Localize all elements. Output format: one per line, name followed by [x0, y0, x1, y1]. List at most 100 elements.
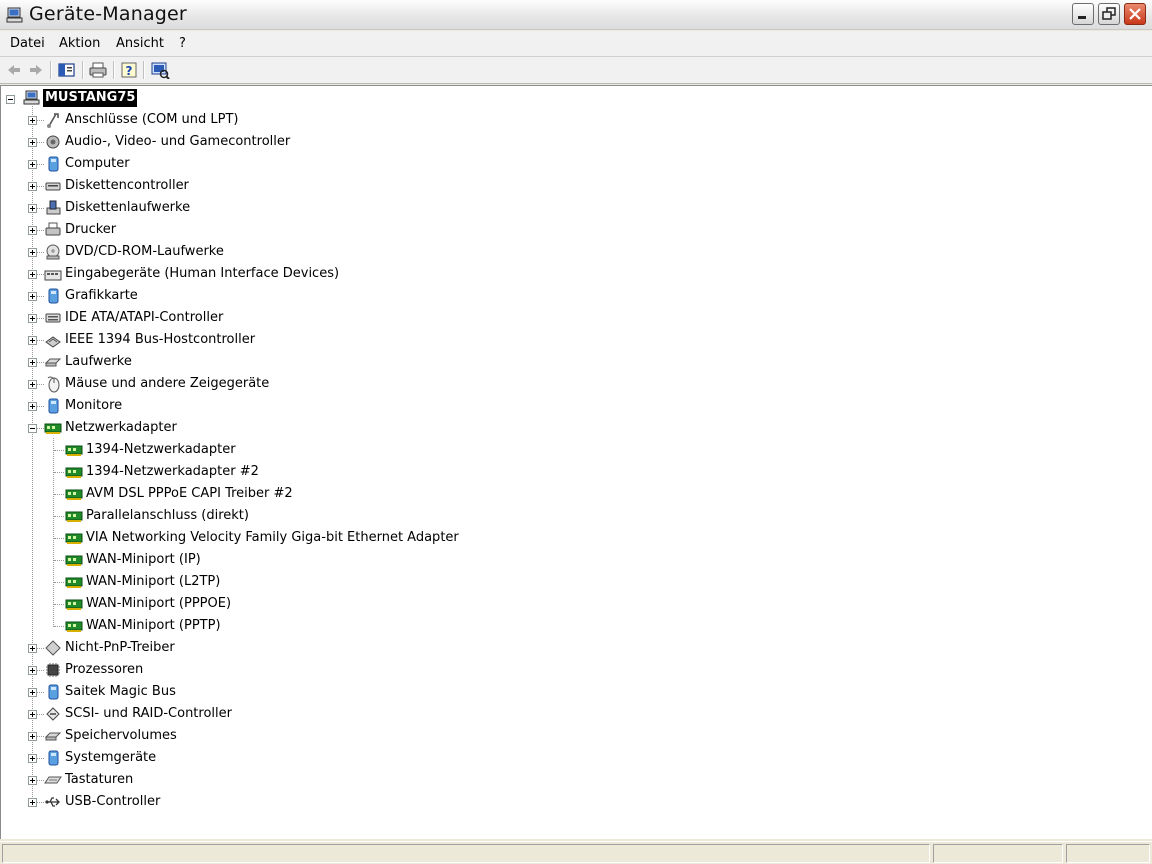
tree-category-label[interactable]: Monitore [65, 397, 122, 415]
tree-category-label[interactable]: Nicht-PnP-Treiber [65, 639, 175, 657]
expand-toggle[interactable] [28, 732, 37, 741]
tree-category-label[interactable]: Mäuse und andere Zeigegeräte [65, 375, 269, 393]
tree-category-label[interactable]: Tastaturen [65, 771, 133, 789]
menu-bar: Datei Aktion Ansicht ? [0, 31, 1152, 57]
print-icon[interactable] [88, 61, 108, 79]
tree-category-label[interactable]: USB-Controller [65, 793, 160, 811]
tree-device-label[interactable]: Parallelanschluss (direkt) [86, 507, 249, 525]
status-pane-main [2, 844, 930, 863]
network-adapter-icon [65, 489, 83, 500]
tree-category-label[interactable]: Drucker [65, 221, 116, 239]
expand-toggle[interactable] [28, 644, 37, 653]
title-bar[interactable]: Geräte-Manager [0, 0, 1152, 30]
properties-icon[interactable] [57, 61, 77, 79]
restore-button[interactable] [1098, 3, 1120, 25]
network-adapter-icon [65, 621, 83, 632]
monitor-icon [48, 398, 59, 414]
tree-category-label[interactable]: Laufwerke [65, 353, 132, 371]
expand-toggle[interactable] [28, 248, 37, 257]
tree-category-label[interactable]: Anschlüsse (COM und LPT) [65, 111, 239, 129]
network-adapter-icon [65, 533, 83, 544]
tree-category-label[interactable]: Computer [65, 155, 130, 173]
tree-line [54, 494, 64, 495]
tree-category-label[interactable]: Diskettenlaufwerke [65, 199, 190, 217]
expand-toggle[interactable] [28, 204, 37, 213]
close-button[interactable] [1124, 3, 1146, 25]
expand-toggle[interactable] [28, 138, 37, 147]
hid-icon [44, 270, 62, 281]
tree-category-label[interactable]: SCSI- und RAID-Controller [65, 705, 232, 723]
expand-toggle[interactable] [28, 688, 37, 697]
help-icon[interactable]: ? [119, 61, 139, 79]
tree-device-label[interactable]: WAN-Miniport (PPTP) [86, 617, 221, 635]
toolbar-separator [50, 61, 52, 79]
menu-ansicht[interactable]: Ansicht [116, 36, 164, 51]
minimize-icon [1078, 16, 1086, 19]
toolbar-separator [82, 61, 84, 79]
tree-line [54, 604, 64, 605]
status-pane [1066, 844, 1150, 863]
usb-icon [45, 797, 60, 807]
tree-device-label[interactable]: AVM DSL PPPoE CAPI Treiber #2 [86, 485, 293, 503]
root-node-label[interactable]: MUSTANG75 [43, 89, 138, 107]
network-adapter-icon [44, 423, 62, 434]
menu-help[interactable]: ? [179, 36, 186, 51]
back-icon[interactable] [4, 61, 24, 79]
expand-toggle[interactable] [28, 754, 37, 763]
expand-toggle[interactable] [28, 336, 37, 345]
tree-category-label[interactable]: Systemgeräte [65, 749, 156, 767]
minimize-button[interactable] [1072, 3, 1094, 25]
tree-category-label[interactable]: Netzwerkadapter [65, 419, 177, 437]
expand-toggle[interactable] [28, 116, 37, 125]
cdrom-icon [46, 244, 60, 260]
expand-toggle[interactable] [28, 226, 37, 235]
tree-category-label[interactable]: DVD/CD-ROM-Laufwerke [65, 243, 224, 261]
tree-category-label[interactable]: IDE ATA/ATAPI-Controller [65, 309, 223, 327]
collapse-toggle[interactable] [28, 424, 37, 433]
expand-toggle[interactable] [28, 160, 37, 169]
tree-category-label[interactable]: Grafikkarte [65, 287, 138, 305]
expand-toggle[interactable] [28, 666, 37, 675]
tree-device-label[interactable]: WAN-Miniport (PPPOE) [86, 595, 231, 613]
expand-toggle[interactable] [28, 710, 37, 719]
tree-category-label[interactable]: IEEE 1394 Bus-Hostcontroller [65, 331, 255, 349]
expand-toggle[interactable] [28, 358, 37, 367]
status-bar [0, 841, 1152, 864]
menu-datei[interactable]: Datei [10, 36, 45, 51]
expand-toggle[interactable] [28, 182, 37, 191]
expand-toggle[interactable] [28, 292, 37, 301]
tree-line [54, 516, 64, 517]
expand-toggle[interactable] [28, 314, 37, 323]
tree-device-label[interactable]: 1394-Netzwerkadapter [86, 441, 236, 459]
expand-toggle[interactable] [28, 380, 37, 389]
tree-line [54, 450, 64, 451]
network-adapter-icon [65, 555, 83, 566]
tree-category-label[interactable]: Eingabegeräte (Human Interface Devices) [65, 265, 339, 283]
tree-device-label[interactable]: 1394-Netzwerkadapter #2 [86, 463, 259, 481]
expand-toggle[interactable] [28, 798, 37, 807]
scsi-icon [46, 707, 60, 721]
tree-category-label[interactable]: Diskettencontroller [65, 177, 189, 195]
tree-device-label[interactable]: VIA Networking Velocity Family Giga-bit … [86, 529, 459, 547]
expand-toggle[interactable] [28, 776, 37, 785]
scan-hardware-icon[interactable] [150, 61, 170, 79]
collapse-toggle[interactable] [6, 95, 15, 104]
tree-device-label[interactable]: WAN-Miniport (L2TP) [86, 573, 220, 591]
restore-icon [1102, 7, 1116, 20]
tree-category-label[interactable]: Prozessoren [65, 661, 143, 679]
forward-icon[interactable] [26, 61, 46, 79]
audio-icon [46, 135, 60, 149]
network-adapter-icon [65, 467, 83, 478]
expand-toggle[interactable] [28, 270, 37, 279]
menu-aktion[interactable]: Aktion [59, 36, 100, 51]
keyboard-icon [44, 776, 62, 784]
device-tree[interactable]: MUSTANG75 Anschlüsse (COM und LPT) Audio-… [0, 85, 1152, 839]
tree-category-label[interactable]: Saitek Magic Bus [65, 683, 176, 701]
tree-category-label[interactable]: Audio-, Video- und Gamecontroller [65, 133, 290, 151]
expand-toggle[interactable] [28, 402, 37, 411]
floppy-controller-icon [45, 182, 61, 191]
tree-line [54, 560, 64, 561]
tree-category-label[interactable]: Speichervolumes [65, 727, 177, 745]
tree-device-label[interactable]: WAN-Miniport (IP) [86, 551, 201, 569]
tree-line [53, 438, 54, 627]
